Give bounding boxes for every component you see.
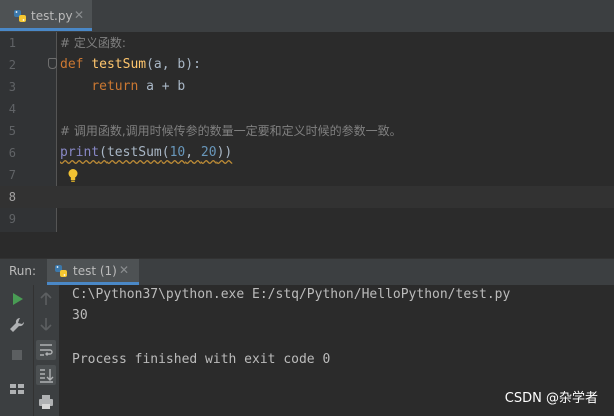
scroll-to-end-icon[interactable] [36, 365, 56, 385]
line-number: 1 [8, 36, 16, 50]
code-line-6[interactable]: 6 print(testSum(10, 20)) [0, 142, 614, 164]
keyword-def: def [60, 57, 84, 72]
python-file-icon [14, 10, 26, 22]
code-text: # 定义函数: [60, 32, 126, 54]
console-command: C:\Python37\python.exe E:/stq/Python/Hel… [72, 287, 511, 302]
run-tab[interactable]: test (1) ✕ [47, 259, 139, 285]
line-number: 5 [8, 124, 16, 138]
run-tool-window-header: Run: test (1) ✕ [0, 258, 614, 286]
console-exit-message: Process finished with exit code 0 [72, 352, 331, 367]
python-file-icon [55, 265, 67, 277]
keyword-return: return [91, 79, 139, 94]
print-icon[interactable] [36, 392, 56, 412]
builtin-print: print [60, 145, 100, 160]
comment: # 调用函数,调用时候传参的数量一定要和定义时候的参数一致。 [60, 124, 402, 138]
run-tab-label: test (1) [73, 264, 117, 278]
code-text: # 调用函数,调用时候传参的数量一定要和定义时候的参数一致。 [60, 120, 402, 142]
console-output: 30 [72, 308, 88, 323]
run-toolbar-secondary [34, 285, 59, 416]
code-line-1[interactable]: 1 # 定义函数: [0, 32, 614, 54]
editor-tab-test-py[interactable]: test.py ✕ [0, 0, 92, 31]
run-label: Run: [9, 264, 37, 278]
fold-icon[interactable] [48, 58, 57, 69]
function-name: testSum [91, 57, 147, 72]
arg-separator: , [185, 145, 201, 160]
line-number: 6 [8, 146, 16, 160]
paren-close: )) [216, 145, 233, 160]
number-arg-2: 20 [200, 145, 217, 160]
function-params: (a, b): [146, 57, 201, 72]
call-testSum: testSum [106, 145, 162, 160]
run-toolbar-primary [0, 285, 34, 416]
paren-open: ( [99, 145, 107, 160]
line-number: 4 [8, 102, 16, 116]
return-expression: a + b [138, 79, 186, 94]
close-icon[interactable]: ✕ [119, 263, 129, 277]
code-line-2[interactable]: 2 def testSum(a, b): [0, 54, 614, 76]
line-number: 9 [8, 212, 16, 226]
code-text: print(testSum(10, 20)) [60, 142, 232, 164]
soft-wrap-icon[interactable] [36, 340, 56, 360]
line-number: 2 [8, 58, 16, 72]
code-line-8[interactable]: 8 [0, 186, 614, 208]
number-arg-1: 10 [169, 145, 186, 160]
run-icon[interactable] [7, 289, 27, 309]
print-call: print(testSum(10, 20)) [60, 145, 232, 160]
paren-open-2: ( [161, 145, 170, 160]
code-editor[interactable]: 1 # 定义函数: 2 def testSum(a, b): 3 return … [0, 32, 614, 232]
layout-icon[interactable] [7, 379, 27, 399]
editor-tab-label: test.py [31, 9, 73, 23]
watermark: CSDN @杂学者 [504, 391, 598, 406]
line-number: 7 [8, 168, 16, 182]
code-text: def testSum(a, b): [60, 54, 201, 76]
code-line-7[interactable]: 7 [0, 164, 614, 186]
comment: # 定义函数: [60, 36, 126, 50]
code-line-5[interactable]: 5 # 调用函数,调用时候传参的数量一定要和定义时候的参数一致。 [0, 120, 614, 142]
wrench-icon[interactable] [7, 315, 27, 335]
code-line-3[interactable]: 3 return a + b [0, 76, 614, 98]
editor-tab-bar: test.py ✕ [0, 0, 614, 33]
line-number: 3 [8, 80, 16, 94]
code-text: return a + b [60, 76, 185, 98]
scroll-down-icon[interactable] [36, 314, 56, 334]
code-line-9[interactable]: 9 [0, 208, 614, 230]
scroll-up-icon[interactable] [36, 289, 56, 309]
lightbulb-icon[interactable] [67, 168, 79, 183]
panel-splitter[interactable] [0, 232, 614, 258]
code-line-4[interactable]: 4 [0, 98, 614, 120]
line-number: 8 [8, 190, 16, 204]
stop-icon[interactable] [7, 345, 27, 365]
close-icon[interactable]: ✕ [74, 8, 84, 22]
